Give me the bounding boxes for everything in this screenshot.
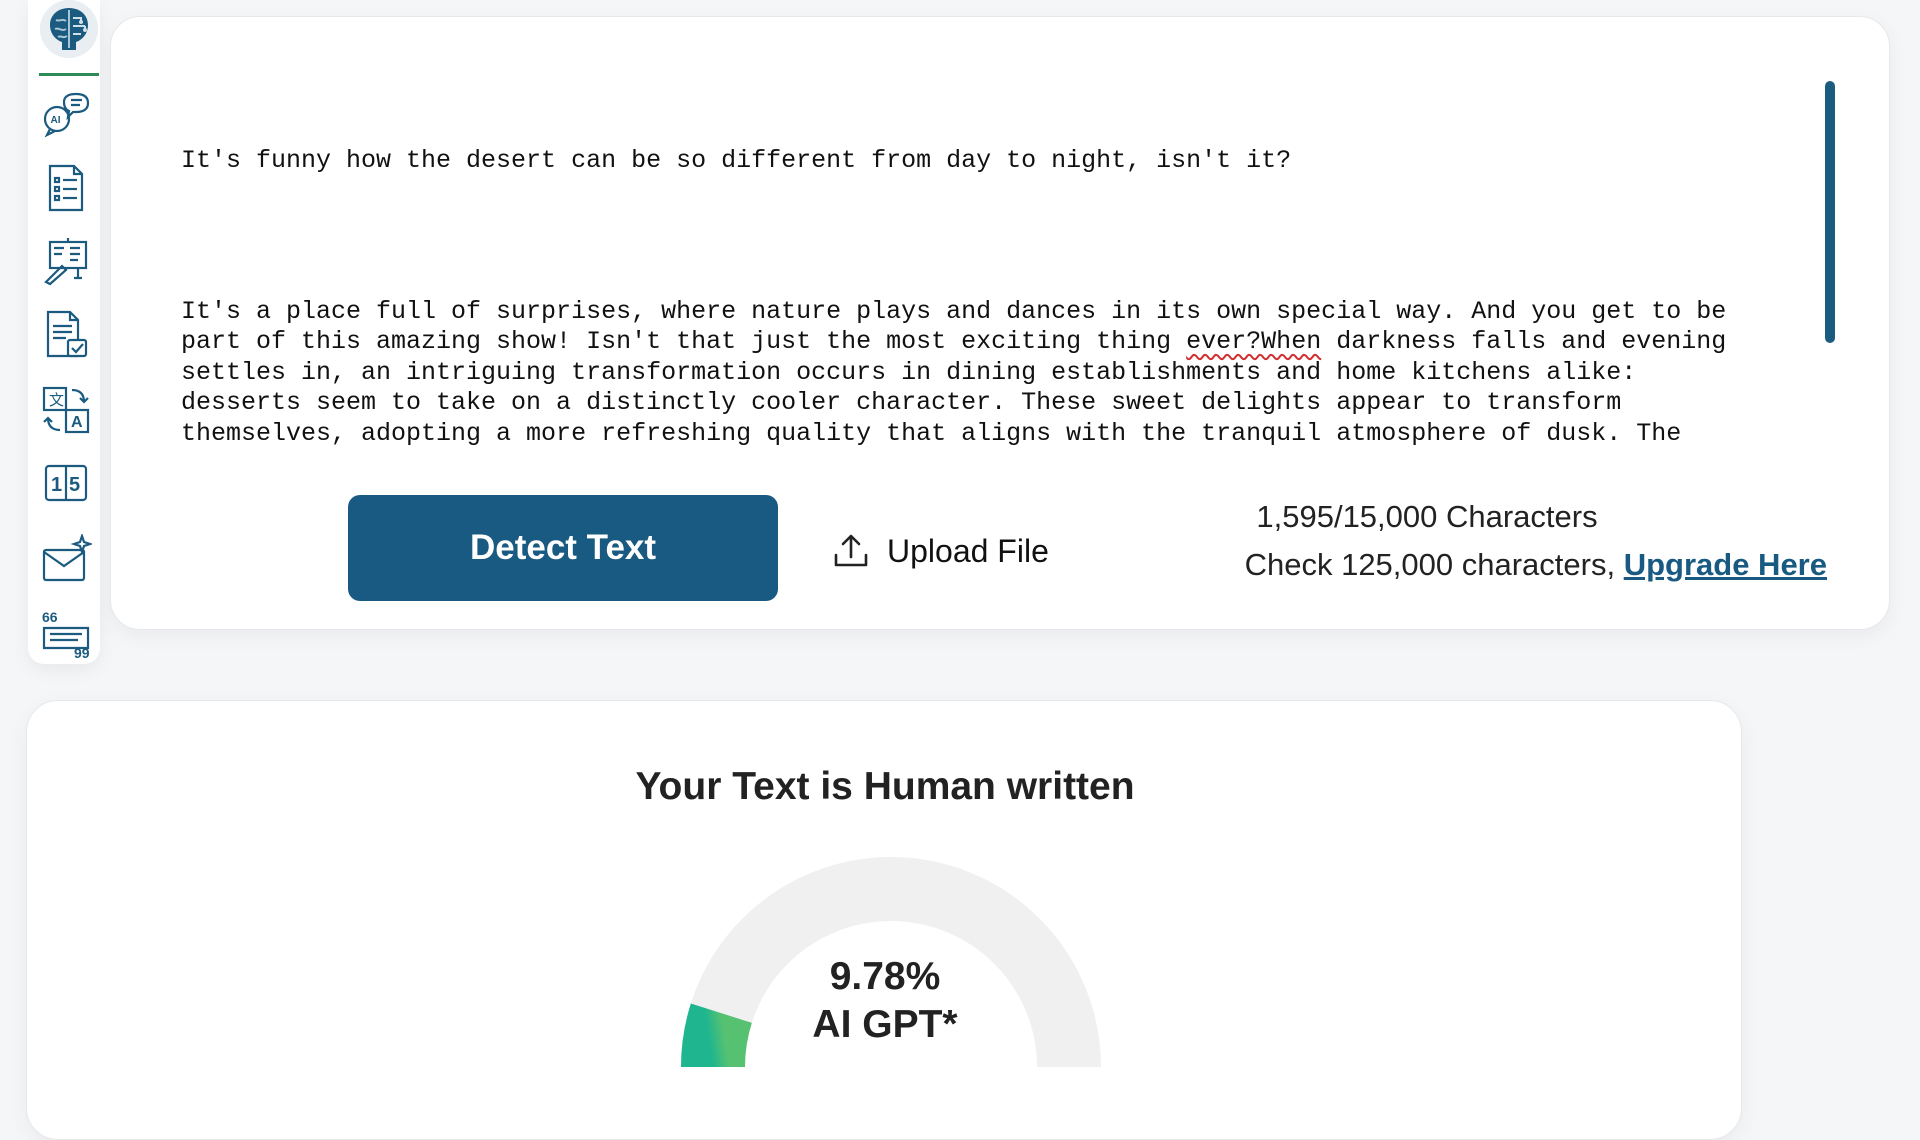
page-background	[1760, 690, 1920, 1106]
presentation-edit-icon[interactable]	[38, 232, 94, 288]
upload-icon	[834, 534, 868, 567]
result-title: Your Text is Human written	[635, 765, 1135, 808]
active-indicator	[39, 73, 99, 76]
upgrade-prefix: Check 125,000 characters,	[1244, 547, 1624, 582]
svg-text:1: 1	[51, 474, 62, 496]
document-list-icon[interactable]	[38, 160, 94, 216]
upgrade-prompt: Check 125,000 characters, Upgrade Here	[1245, 547, 1827, 583]
number-converter-icon[interactable]: 1 5	[38, 456, 94, 512]
quote-icon[interactable]: 66 99	[38, 604, 94, 660]
tool-sidebar: AI 文 A 1 5 66 99	[28, 0, 100, 664]
svg-text:文: 文	[49, 392, 64, 409]
text-scrollbar[interactable]	[1825, 81, 1835, 343]
svg-text:A: A	[71, 414, 83, 431]
brain-logo-icon[interactable]	[40, 0, 98, 58]
text-input-card: It's funny how the desert can be so diff…	[110, 16, 1890, 630]
character-count: 1,595/15,000 Characters	[1256, 499, 1598, 534]
ai-percentage: 9.78%	[829, 955, 941, 998]
ai-chat-icon[interactable]: AI	[38, 86, 94, 142]
text-paragraph-2: It's a place full of surprises, where na…	[181, 297, 1731, 445]
translate-icon[interactable]: 文 A	[38, 382, 94, 438]
upload-file-label: Upload File	[887, 532, 1049, 569]
text-input-area[interactable]: It's funny how the desert can be so diff…	[181, 85, 1731, 445]
misspelled-word[interactable]: ever?When	[1186, 327, 1321, 356]
upgrade-link[interactable]: Upgrade Here	[1624, 547, 1827, 582]
detect-text-button[interactable]: Detect Text	[348, 495, 778, 601]
ai-gpt-label: AI GPT*	[812, 1003, 958, 1046]
text-line-1: It's funny how the desert can be so diff…	[181, 145, 1292, 175]
svg-text:66: 66	[42, 609, 58, 625]
upload-file-button[interactable]: Upload File	[831, 529, 1049, 573]
email-sparkle-icon[interactable]	[38, 532, 94, 588]
svg-text:5: 5	[69, 474, 80, 496]
result-card: Your Text is Human written 9.78% AI GPT*	[26, 700, 1742, 1140]
svg-text:99: 99	[74, 645, 90, 658]
svg-text:AI: AI	[51, 115, 61, 126]
document-check-icon[interactable]	[38, 306, 94, 362]
